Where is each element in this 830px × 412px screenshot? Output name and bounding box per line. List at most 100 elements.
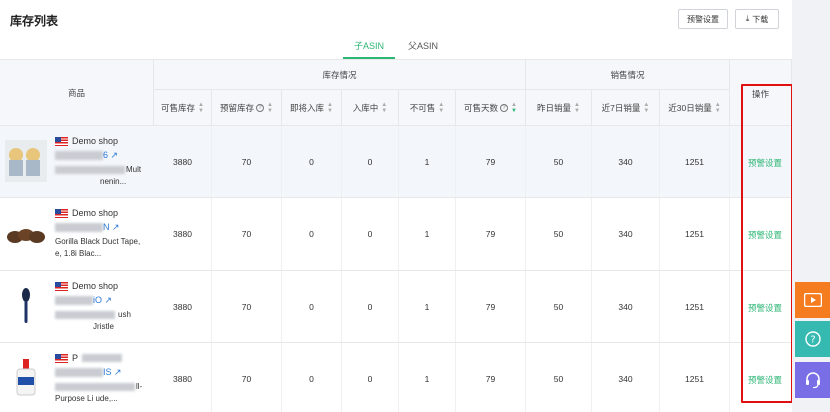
col-sellable-days[interactable]: 可售天数? ▲ ▼ <box>456 90 526 126</box>
table-row: P IS ↗ ll- Purpose Li ude,... 3880 70 0 … <box>0 343 792 412</box>
sort-icon: ▲ ▼ <box>381 101 388 114</box>
col-incoming[interactable]: 即将入库 ▲ ▼ <box>282 90 342 126</box>
col-label: 即将入库 <box>290 102 325 113</box>
sort-icon: ▲ ▼ <box>198 101 204 114</box>
table-row: Demo shop iO ↗ ush Jristle 3880 70 0 0 1… <box>0 271 792 343</box>
col-reserved-stock[interactable]: 预留库存? ▲ ▼ <box>212 90 282 126</box>
col-label: 可售天数 <box>464 102 499 113</box>
product-thumbnail <box>5 357 47 399</box>
headset-icon <box>805 372 820 389</box>
shop-name: P <box>72 353 79 363</box>
alert-settings-button[interactable]: 预警设置 <box>678 9 728 29</box>
help-icon[interactable]: ? <box>256 103 265 112</box>
asin-link[interactable]: N ↗ <box>103 222 120 233</box>
asin-link[interactable]: IS ↗ <box>103 367 122 378</box>
download-icon: ⤓ <box>745 14 750 23</box>
customer-service-button[interactable] <box>795 362 830 398</box>
video-tutorial-button[interactable] <box>795 282 830 318</box>
col-label: 近7日销量 <box>601 102 641 113</box>
download-button[interactable]: ⤓ 下载 <box>735 9 779 29</box>
product-title: Mult <box>126 165 142 174</box>
cell-sellable-days: 79 <box>456 271 526 342</box>
cell-incoming: 0 <box>282 343 342 412</box>
us-flag-icon <box>55 137 68 146</box>
table-row: Demo shop 6 ↗ Mult nenin... 3880 70 0 0 … <box>0 126 792 198</box>
cell-sellable-stock: 3880 <box>154 343 212 412</box>
external-link-icon[interactable]: ↗ <box>102 295 113 305</box>
us-flag-icon <box>55 354 68 363</box>
cell-sales-7d: 340 <box>592 198 660 270</box>
shop-name: Demo shop <box>72 136 119 146</box>
help-icon: ? <box>804 331 821 347</box>
col-label: 预留库存 <box>220 102 255 113</box>
cell-reserved-stock: 70 <box>212 198 282 270</box>
cell-sales-7d: 340 <box>592 271 660 342</box>
redacted-shop <box>82 354 122 362</box>
cell-reserved-stock: 70 <box>212 126 282 197</box>
col-sellable-stock[interactable]: 可售库存 ▲ ▼ <box>154 90 212 126</box>
cell-unsellable: 1 <box>399 343 456 412</box>
col-label: 近30日销量 <box>668 102 712 113</box>
external-link-icon[interactable]: ↗ <box>108 150 119 160</box>
cell-incoming: 0 <box>282 198 342 270</box>
asin-link[interactable]: iO ↗ <box>93 295 112 306</box>
cell-sellable-days: 79 <box>456 343 526 412</box>
col-sales-7d[interactable]: 近7日销量 ▲ ▼ <box>592 90 660 126</box>
col-label: 入库中 <box>352 102 379 113</box>
col-label: 可售库存 <box>161 102 196 113</box>
cell-unsellable: 1 <box>399 126 456 197</box>
cell-sellable-stock: 3880 <box>154 271 212 342</box>
svg-text:?: ? <box>810 335 815 346</box>
product-thumbnail <box>5 140 47 182</box>
table-row: Demo shop N ↗ Gorilla Black Duct Tape, e… <box>0 198 792 271</box>
cell-sales-yesterday: 50 <box>526 343 592 412</box>
us-flag-icon <box>55 209 68 218</box>
col-sales-30d[interactable]: 近30日销量 ▲ ▼ <box>660 90 730 126</box>
external-link-icon[interactable]: ↗ <box>110 222 120 232</box>
col-unsellable[interactable]: 不可售 ▲ ▼ <box>399 90 456 126</box>
page-title: 库存列表 <box>10 14 59 28</box>
cell-unsellable: 1 <box>399 198 456 270</box>
cell-reserved-stock: 70 <box>212 343 282 412</box>
tab-parent-asin[interactable]: 父ASIN <box>408 39 438 52</box>
cell-sales-yesterday: 50 <box>526 198 592 270</box>
cell-sellable-stock: 3880 <box>154 198 212 270</box>
tab-child-asin[interactable]: 子ASIN <box>354 39 384 52</box>
cell-sales-yesterday: 50 <box>526 126 592 197</box>
header-inventory-group: 库存情况 <box>154 60 526 90</box>
sort-icon: ▲ ▼ <box>327 101 333 114</box>
product-title: Gorilla Black Duct Tape, <box>55 237 141 246</box>
redacted-title <box>55 383 135 391</box>
cell-receiving: 0 <box>342 271 399 342</box>
inventory-panel: 库存列表 预警设置 ⤓ 下载 子ASIN 父ASIN 商品 库存情况 销售情况 … <box>0 0 792 412</box>
sort-icon: ▲ ▼ <box>714 101 721 114</box>
play-icon <box>803 293 822 307</box>
col-receiving[interactable]: 入库中 ▲ ▼ <box>342 90 399 126</box>
cell-sales-30d: 1251 <box>660 271 730 342</box>
cell-reserved-stock: 70 <box>212 271 282 342</box>
external-link-icon[interactable]: ↗ <box>112 367 122 377</box>
sort-icon: ▲ ▼ <box>511 101 517 114</box>
help-button[interactable]: ? <box>795 321 830 357</box>
cell-sellable-stock: 3880 <box>154 126 212 197</box>
cell-sellable-days: 79 <box>456 198 526 270</box>
cell-sellable-days: 79 <box>456 126 526 197</box>
product-title-line2: e, 1.8i Blac... <box>55 249 102 258</box>
product-title-line2: nenin... <box>100 177 127 186</box>
help-icon[interactable]: ? <box>500 103 509 112</box>
header-inventory-label: 库存情况 <box>322 69 357 80</box>
operation-column-highlight <box>741 84 792 403</box>
redacted-title <box>55 311 115 319</box>
sort-icon: ▲ ▼ <box>574 101 580 114</box>
col-sales-yesterday[interactable]: 昨日销量 ▲ ▼ <box>526 90 592 126</box>
cell-sales-30d: 1251 <box>660 343 730 412</box>
asin-suffix: IS <box>103 367 112 377</box>
cell-receiving: 0 <box>342 126 399 197</box>
redacted-asin <box>55 368 103 377</box>
cell-sales-30d: 1251 <box>660 126 730 197</box>
product-title: ll- <box>136 382 143 391</box>
asin-link[interactable]: 6 ↗ <box>103 150 118 161</box>
download-label: 下载 <box>752 14 769 24</box>
cell-incoming: 0 <box>282 126 342 197</box>
asin-suffix: iO <box>93 295 102 305</box>
